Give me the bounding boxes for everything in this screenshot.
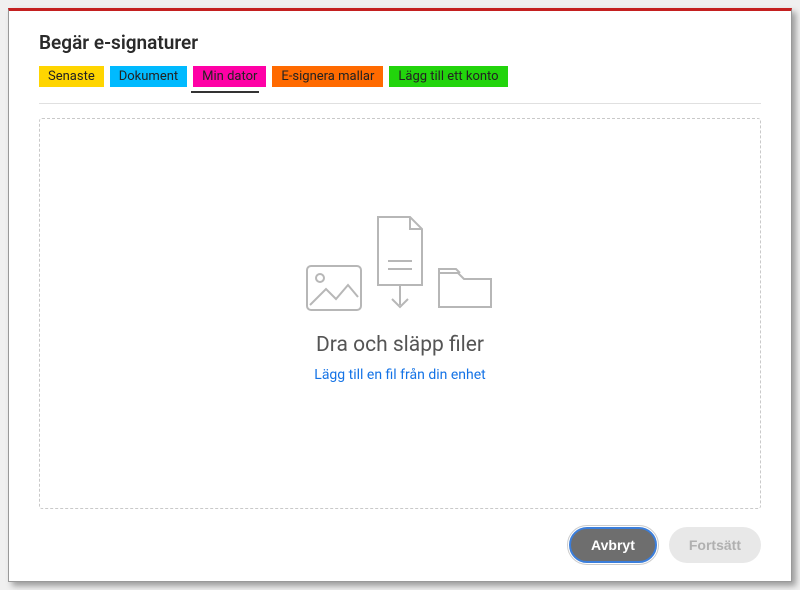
- dropzone-title: Dra och släpp filer: [316, 333, 484, 357]
- file-dropzone[interactable]: Dra och släpp filer Lägg till en fil frå…: [39, 118, 761, 509]
- dropzone-icons: [306, 215, 494, 311]
- add-file-link[interactable]: Lägg till en fil från din enhet: [314, 367, 485, 383]
- file-download-icon: [372, 215, 426, 311]
- source-tabs: Senaste Dokument Min dator E-signera mal…: [39, 66, 761, 87]
- dialog-title: Begär e-signaturer: [39, 31, 761, 54]
- tab-add-account[interactable]: Lägg till ett konto: [389, 66, 507, 87]
- tab-my-computer[interactable]: Min dator: [193, 66, 266, 87]
- dialog-footer: Avbryt Fortsätt: [39, 527, 761, 563]
- divider: [39, 103, 761, 104]
- active-tab-indicator: [191, 91, 259, 93]
- tab-document[interactable]: Dokument: [110, 66, 187, 87]
- tab-recent[interactable]: Senaste: [39, 66, 104, 87]
- folder-icon: [436, 265, 494, 311]
- esign-dialog: Begär e-signaturer Senaste Dokument Min …: [8, 8, 792, 582]
- image-icon: [306, 265, 362, 311]
- continue-button: Fortsätt: [669, 527, 761, 563]
- tab-esign-templates[interactable]: E-signera mallar: [272, 66, 383, 87]
- cancel-button[interactable]: Avbryt: [569, 527, 657, 563]
